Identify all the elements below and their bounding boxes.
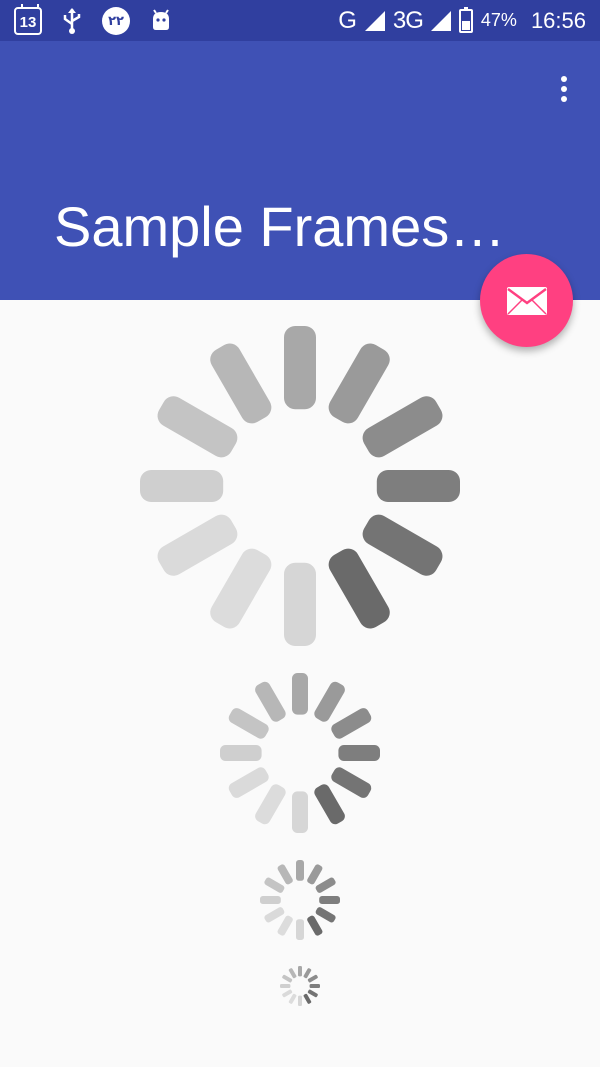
spinner-segment [292, 791, 308, 833]
loading-spinner-icon-large [140, 326, 460, 646]
spinner-segment [331, 708, 372, 739]
spinner-segment [296, 860, 304, 881]
spinner-segment [140, 470, 224, 502]
network-type-3g: 3G [392, 6, 424, 34]
spinner-segment [328, 343, 390, 424]
spinner-segment [362, 514, 443, 576]
loading-spinner-icon-small [260, 860, 340, 940]
battery-icon [458, 6, 473, 33]
spinner-segment [277, 915, 293, 936]
spinner-segment [255, 784, 286, 825]
spinner-segment [264, 907, 285, 923]
signal-icon [364, 10, 385, 31]
spinner-segment [228, 767, 269, 798]
spinner-segment [264, 877, 285, 893]
clock: 16:56 [530, 7, 586, 33]
spinner-segment [303, 993, 312, 1004]
calendar-date: 13 [19, 13, 37, 31]
spinner-segment [362, 396, 443, 458]
spinner-segment [331, 767, 372, 798]
spinner-segment [314, 681, 345, 722]
usb-icon [63, 7, 81, 34]
spinner-segment [277, 864, 293, 885]
spinner-segment [315, 907, 336, 923]
page-title: Sample FramesR… [54, 195, 524, 258]
spinner-segment [309, 984, 320, 988]
spinner-segment [255, 681, 286, 722]
android-icon [153, 8, 169, 30]
content-area [0, 300, 600, 1067]
notification-badge-icon: ۲۲ [102, 6, 130, 35]
spinner-segment [307, 974, 318, 983]
loading-spinner-icon-tiny [280, 966, 320, 1006]
spinner-segment [288, 968, 297, 979]
spinner-segment [307, 864, 323, 885]
spinner-segment [210, 343, 272, 424]
spinner-segment [157, 396, 238, 458]
spinner-segment [282, 974, 293, 983]
spinner-segment [307, 915, 323, 936]
battery-percent: 47% [480, 10, 517, 30]
spinner-segment [315, 877, 336, 893]
spinner-segment [292, 673, 308, 715]
spinner-segment [220, 745, 262, 761]
spinner-segment [157, 514, 238, 576]
spinner-segment [338, 745, 380, 761]
spinner-segment [282, 989, 293, 998]
more-vert-icon[interactable] [552, 71, 576, 107]
spinner-segment [298, 995, 302, 1006]
status-bar-right: G 3G 47% 16:56 [338, 6, 586, 35]
spinner-segment [280, 984, 291, 988]
spinner-segment [314, 784, 345, 825]
spinner-segment [288, 993, 297, 1004]
spinner-segment [284, 326, 316, 410]
loading-spinner-icon-medium [220, 673, 380, 833]
status-bar-left: 13 ۲۲ [14, 3, 172, 35]
spinner-segment [228, 708, 269, 739]
notification-badge-text: ۲۲ [108, 12, 124, 28]
spinner-segment [303, 968, 312, 979]
spinner-segment [296, 919, 304, 940]
spinner-segment [328, 548, 390, 629]
signal-icon-2 [430, 10, 451, 31]
spinner-segment [376, 470, 460, 502]
calendar-icon: 13 [14, 3, 42, 35]
status-bar: 13 ۲۲ G 3G 47% 16:56 [0, 0, 600, 41]
spinner-segment [319, 896, 340, 904]
network-type-g: G [338, 6, 357, 34]
spinner-segment [210, 548, 272, 629]
spinner-segment [307, 989, 318, 998]
spinner-segment [260, 896, 281, 904]
spinner-segment [284, 562, 316, 646]
spinner-segment [298, 966, 302, 977]
